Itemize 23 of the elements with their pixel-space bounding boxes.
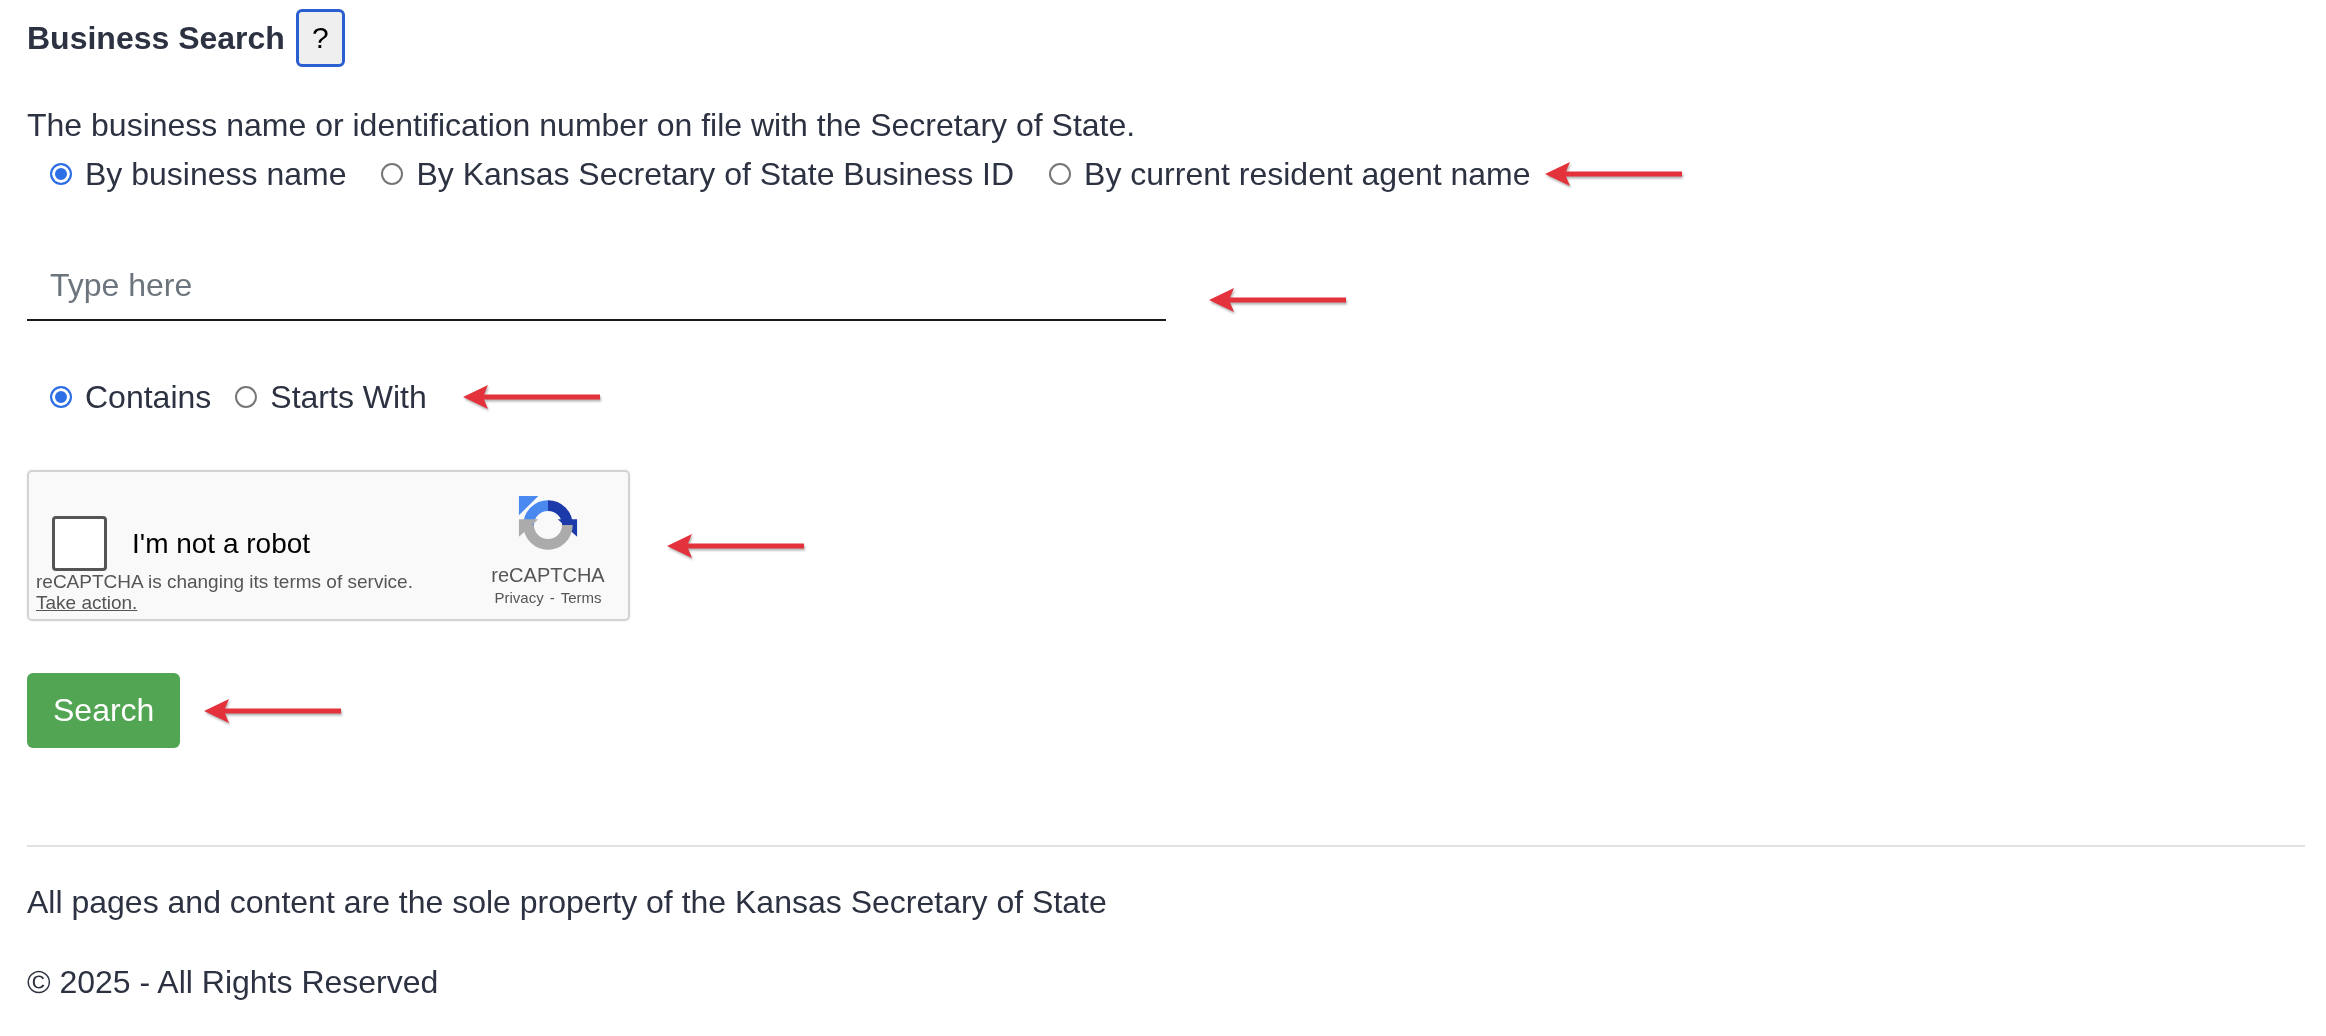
description-text: The business name or identification number on file with the Secretary of State. [27, 106, 1137, 144]
footer-text: All pages and content are the sole property of the Kansas Secretary of State [27, 883, 1108, 921]
captcha-label: I'm not a robot [132, 526, 311, 561]
footer-text: © 2025 - All Rights Reserved [27, 963, 440, 1001]
radio-button[interactable] [235, 386, 258, 408]
captcha-brand-text: reCAPTCHA [491, 564, 605, 586]
radio-button[interactable] [1049, 163, 1072, 185]
link-separator: - [549, 589, 555, 607]
captcha-checkbox[interactable] [52, 516, 107, 571]
radio-label[interactable]: By business name [85, 155, 347, 193]
help-button[interactable]: ? [295, 9, 345, 67]
page-title: Business Search [27, 19, 285, 57]
radio-button[interactable] [381, 163, 404, 185]
radio-label[interactable]: By Kansas Secretary of State Business ID [416, 155, 1015, 193]
take-action-link[interactable]: Take action. [36, 592, 138, 613]
privacy-link[interactable]: Privacy [494, 589, 544, 607]
radio-button[interactable] [50, 386, 72, 408]
radio-label[interactable]: Contains [85, 378, 212, 416]
terms-link[interactable]: Terms [560, 589, 602, 607]
radio-label[interactable]: Starts With [270, 378, 427, 416]
captcha-notice: reCAPTCHA is changing its terms of service. [36, 571, 413, 592]
radio-button[interactable] [50, 163, 72, 185]
radio-label[interactable]: By current resident agent name [1084, 155, 1531, 193]
